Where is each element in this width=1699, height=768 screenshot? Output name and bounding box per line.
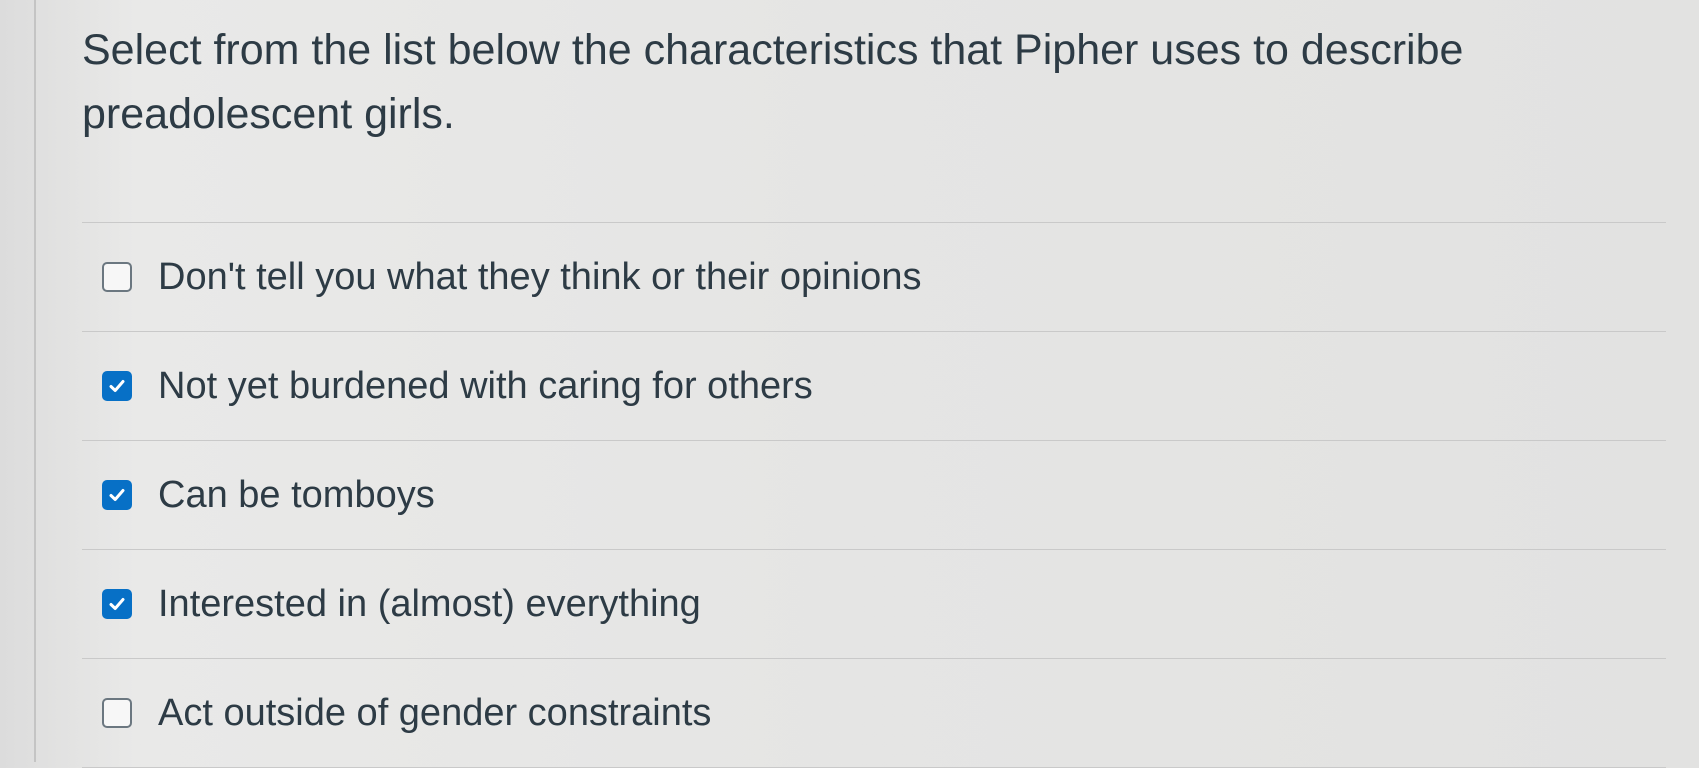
checkbox[interactable]: [102, 698, 132, 728]
checkmark-icon: [109, 380, 125, 392]
answer-option-3[interactable]: Can be tomboys: [82, 441, 1666, 550]
answer-list: Don't tell you what they think or their …: [82, 222, 1666, 768]
answer-option-1[interactable]: Don't tell you what they think or their …: [82, 222, 1666, 332]
answer-option-4[interactable]: Interested in (almost) everything: [82, 550, 1666, 659]
question-text: Select from the list below the character…: [82, 26, 1464, 138]
checkbox[interactable]: [102, 371, 132, 401]
answer-label: Act outside of gender constraints: [158, 691, 712, 734]
answer-label: Interested in (almost) everything: [158, 582, 701, 625]
answer-label: Not yet burdened with caring for others: [158, 364, 813, 407]
answer-option-2[interactable]: Not yet burdened with caring for others: [82, 332, 1666, 441]
left-border: [34, 0, 36, 762]
checkbox[interactable]: [102, 480, 132, 510]
checkbox[interactable]: [102, 262, 132, 292]
answer-label: Don't tell you what they think or their …: [158, 255, 922, 298]
checkmark-icon: [109, 489, 125, 501]
checkbox[interactable]: [102, 589, 132, 619]
answer-option-5[interactable]: Act outside of gender constraints: [82, 659, 1666, 768]
checkmark-icon: [109, 598, 125, 610]
answer-label: Can be tomboys: [158, 473, 435, 516]
